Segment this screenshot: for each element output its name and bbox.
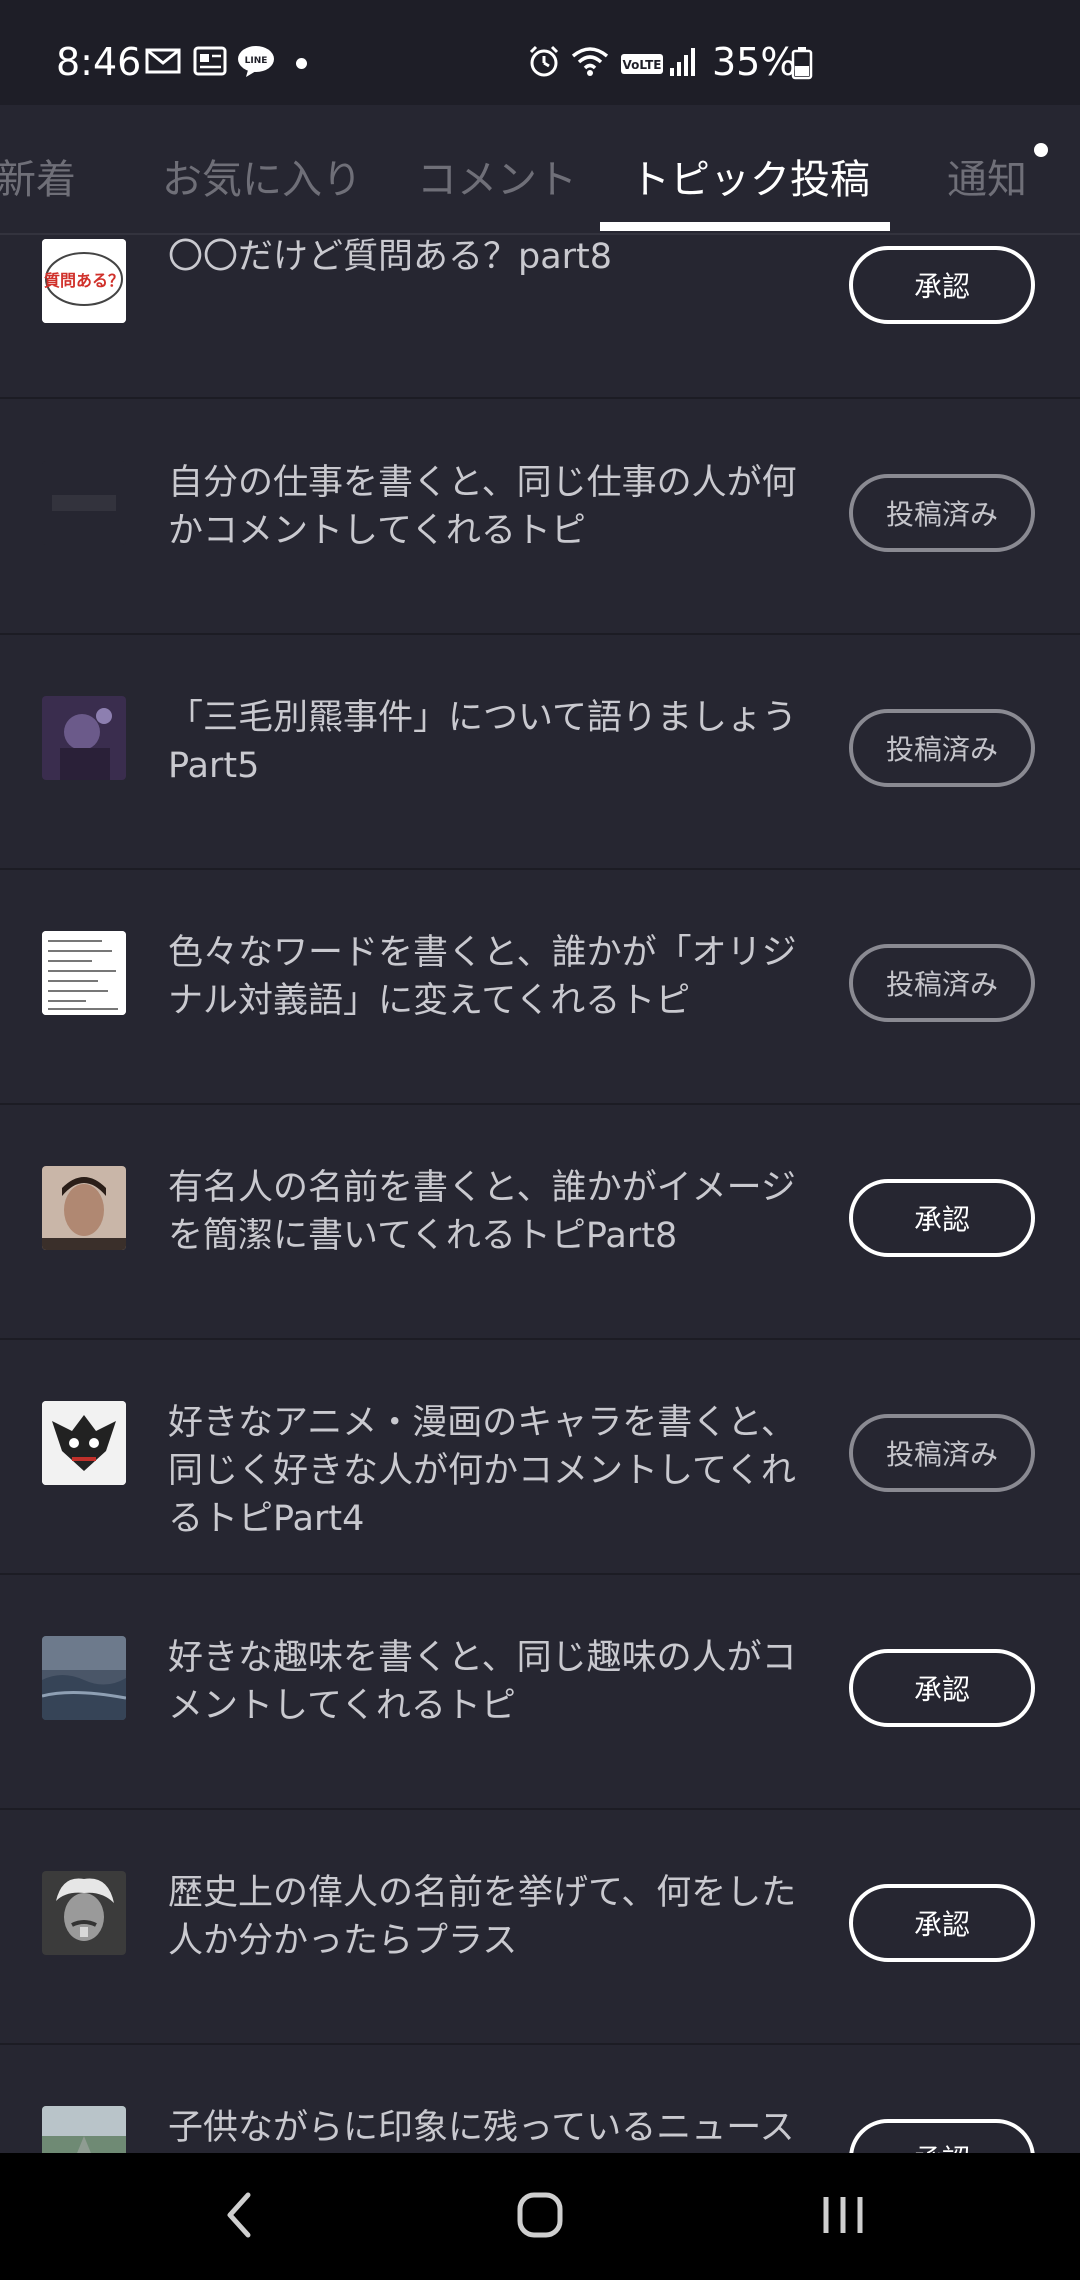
approve-button[interactable]: 承認 — [849, 246, 1035, 324]
topic-thumbnail — [42, 931, 126, 1015]
topic-title[interactable]: 好きな趣味を書くと、同じ趣味の人がコメントしてくれるトピ — [168, 1634, 828, 1730]
notification-badge — [1034, 143, 1048, 157]
topic-thumbnail — [42, 461, 126, 545]
list-item[interactable]: 「三毛別羆事件」について語りましょうPart5 投稿済み — [0, 634, 1080, 870]
list-item[interactable]: 歴史上の偉人の名前を挙げて、何をした人か分かったらプラス 承認 — [0, 1809, 1080, 2045]
historical-figure-icon — [42, 1871, 126, 1955]
line-icon: LINE — [238, 46, 274, 77]
topic-title[interactable]: 色々なワードを書くと、誰かが「オリジナル対義語」に変えてくれるトピ — [168, 929, 828, 1025]
celebrity-portrait-icon — [42, 1166, 126, 1250]
topic-list[interactable]: 質問ある？ 〇〇だけど質問ある？part8 承認 自分の仕事を書くと、同じ仕事の… — [0, 233, 1080, 2153]
list-item[interactable]: 色々なワードを書くと、誰かが「オリジナル対義語」に変えてくれるトピ 投稿済み — [0, 869, 1080, 1105]
text-list-thumbnail-icon — [42, 931, 126, 1015]
news-scene-thumbnail-icon — [42, 2106, 126, 2153]
approve-button[interactable]: 承認 — [849, 2119, 1035, 2153]
topic-title[interactable]: 自分の仕事を書くと、同じ仕事の人が何かコメントしてくれるトピ — [168, 459, 828, 555]
tab-topic-posts[interactable]: トピック投稿 — [630, 147, 870, 205]
wifi-icon — [571, 47, 609, 76]
topic-title[interactable]: 有名人の名前を書くと、誰かがイメージを簡潔に書いてくれるトピPart8 — [168, 1164, 828, 1260]
posted-button[interactable]: 投稿済み — [849, 944, 1035, 1022]
topic-thumbnail — [42, 1636, 126, 1720]
posted-button[interactable]: 投稿済み — [849, 709, 1035, 787]
topic-thumbnail — [42, 1871, 126, 1955]
bear-incident-thumbnail-icon — [42, 696, 126, 780]
back-icon[interactable] — [222, 2187, 258, 2243]
news-icon — [193, 46, 227, 76]
mail-icon — [145, 48, 181, 74]
posted-button[interactable]: 投稿済み — [849, 474, 1035, 552]
tab-comments[interactable]: コメント — [417, 147, 577, 205]
list-item[interactable]: 子供ながらに印象に残っているニュース 承認 — [0, 2044, 1080, 2153]
topic-title[interactable]: 〇〇だけど質問ある？part8 — [168, 233, 828, 281]
list-item[interactable]: 有名人の名前を書くと、誰かがイメージを簡潔に書いてくれるトピPart8 承認 — [0, 1104, 1080, 1340]
battery-percent: 35% — [712, 40, 797, 84]
topic-thumbnail — [42, 696, 126, 780]
signal-icon — [670, 48, 695, 76]
status-bar: 8:46 LINE VoLTE 35% — [0, 0, 1080, 105]
topic-thumbnail: 質問ある？ — [42, 239, 126, 323]
topic-title[interactable]: 子供ながらに印象に残っているニュース — [168, 2104, 828, 2152]
approve-button[interactable]: 承認 — [849, 1179, 1035, 1257]
landscape-thumbnail-icon — [42, 1636, 126, 1720]
notification-dot — [296, 58, 307, 69]
alarm-icon — [529, 45, 559, 77]
tab-notifications[interactable]: 通知 — [947, 147, 1027, 205]
topic-thumbnail — [42, 1166, 126, 1250]
tab-bar: 新着 お気に入り コメント トピック投稿 通知 — [0, 105, 1080, 235]
topic-thumbnail — [42, 2106, 126, 2153]
list-item[interactable]: 自分の仕事を書くと、同じ仕事の人が何かコメントしてくれるトピ 投稿済み — [0, 399, 1080, 635]
volte-icon: VoLTE — [621, 54, 663, 74]
recent-apps-icon[interactable] — [818, 2187, 868, 2243]
screen: 8:46 LINE VoLTE 35% 新着 お気に入り コメント トピック投稿… — [0, 0, 1080, 2280]
home-icon[interactable] — [515, 2187, 565, 2243]
approve-button[interactable]: 承認 — [849, 1649, 1035, 1727]
topic-title[interactable]: 歴史上の偉人の名前を挙げて、何をした人か分かったらプラス — [168, 1869, 828, 1965]
manga-character-icon — [42, 1401, 126, 1485]
question-bubble-icon: 質問ある？ — [42, 239, 126, 323]
list-item[interactable]: 好きな趣味を書くと、同じ趣味の人がコメントしてくれるトピ 承認 — [0, 1574, 1080, 1810]
topic-thumbnail — [42, 1401, 126, 1485]
volte-icon-label: VoLTE — [623, 58, 662, 72]
list-item[interactable]: 質問ある？ 〇〇だけど質問ある？part8 承認 — [0, 233, 1080, 399]
work-thumbnail-icon — [42, 461, 126, 545]
tab-new[interactable]: 新着 — [0, 147, 76, 205]
tab-favorites[interactable]: お気に入り — [162, 147, 362, 205]
status-time: 8:46 — [56, 40, 142, 84]
list-item[interactable]: 好きなアニメ・漫画のキャラを書くと、同じく好きな人が何かコメントしてくれるトピP… — [0, 1339, 1080, 1575]
topic-title[interactable]: 好きなアニメ・漫画のキャラを書くと、同じく好きな人が何かコメントしてくれるトピP… — [168, 1399, 828, 1543]
topic-title[interactable]: 「三毛別羆事件」について語りましょうPart5 — [168, 694, 828, 790]
battery-icon — [791, 47, 813, 80]
thumbnail-caption: 質問ある？ — [44, 271, 124, 290]
approve-button[interactable]: 承認 — [849, 1884, 1035, 1962]
posted-button[interactable]: 投稿済み — [849, 1414, 1035, 1492]
line-icon-label: LINE — [245, 56, 268, 66]
navigation-bar — [0, 2153, 1080, 2280]
active-tab-indicator — [600, 222, 890, 231]
